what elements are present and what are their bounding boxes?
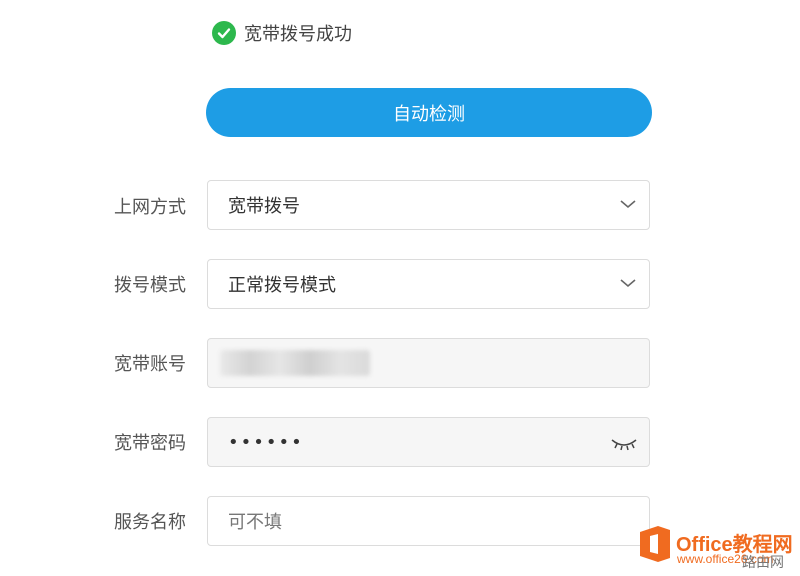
chevron-down-icon[interactable]	[619, 277, 637, 289]
service-name-label: 服务名称	[114, 512, 186, 533]
service-name-input[interactable]: 可不填	[207, 496, 650, 546]
status-text: 宽带拨号成功	[244, 24, 352, 45]
chevron-down-icon[interactable]	[619, 198, 637, 210]
dial-mode-label: 拨号模式	[114, 275, 186, 296]
password-input[interactable]: ••••••	[207, 417, 650, 467]
password-mask: ••••••	[228, 431, 304, 453]
dial-status: 宽带拨号成功	[212, 20, 352, 46]
eye-closed-icon[interactable]	[609, 432, 639, 454]
connection-type-label: 上网方式	[114, 197, 186, 218]
office-logo-icon	[640, 526, 670, 562]
connection-type-select[interactable]: 宽带拨号	[207, 180, 650, 230]
connection-type-value: 宽带拨号	[228, 196, 300, 217]
service-name-placeholder: 可不填	[228, 512, 282, 533]
dial-mode-value: 正常拨号模式	[228, 275, 336, 296]
account-input[interactable]	[207, 338, 650, 388]
password-label: 宽带密码	[114, 433, 186, 454]
blurred-account-value	[220, 350, 370, 376]
check-circle-icon	[212, 21, 236, 45]
dial-mode-select[interactable]: 正常拨号模式	[207, 259, 650, 309]
auto-detect-button[interactable]: 自动检测	[206, 88, 652, 137]
account-label: 宽带账号	[114, 354, 186, 375]
watermark-text: 路由网	[742, 555, 784, 571]
